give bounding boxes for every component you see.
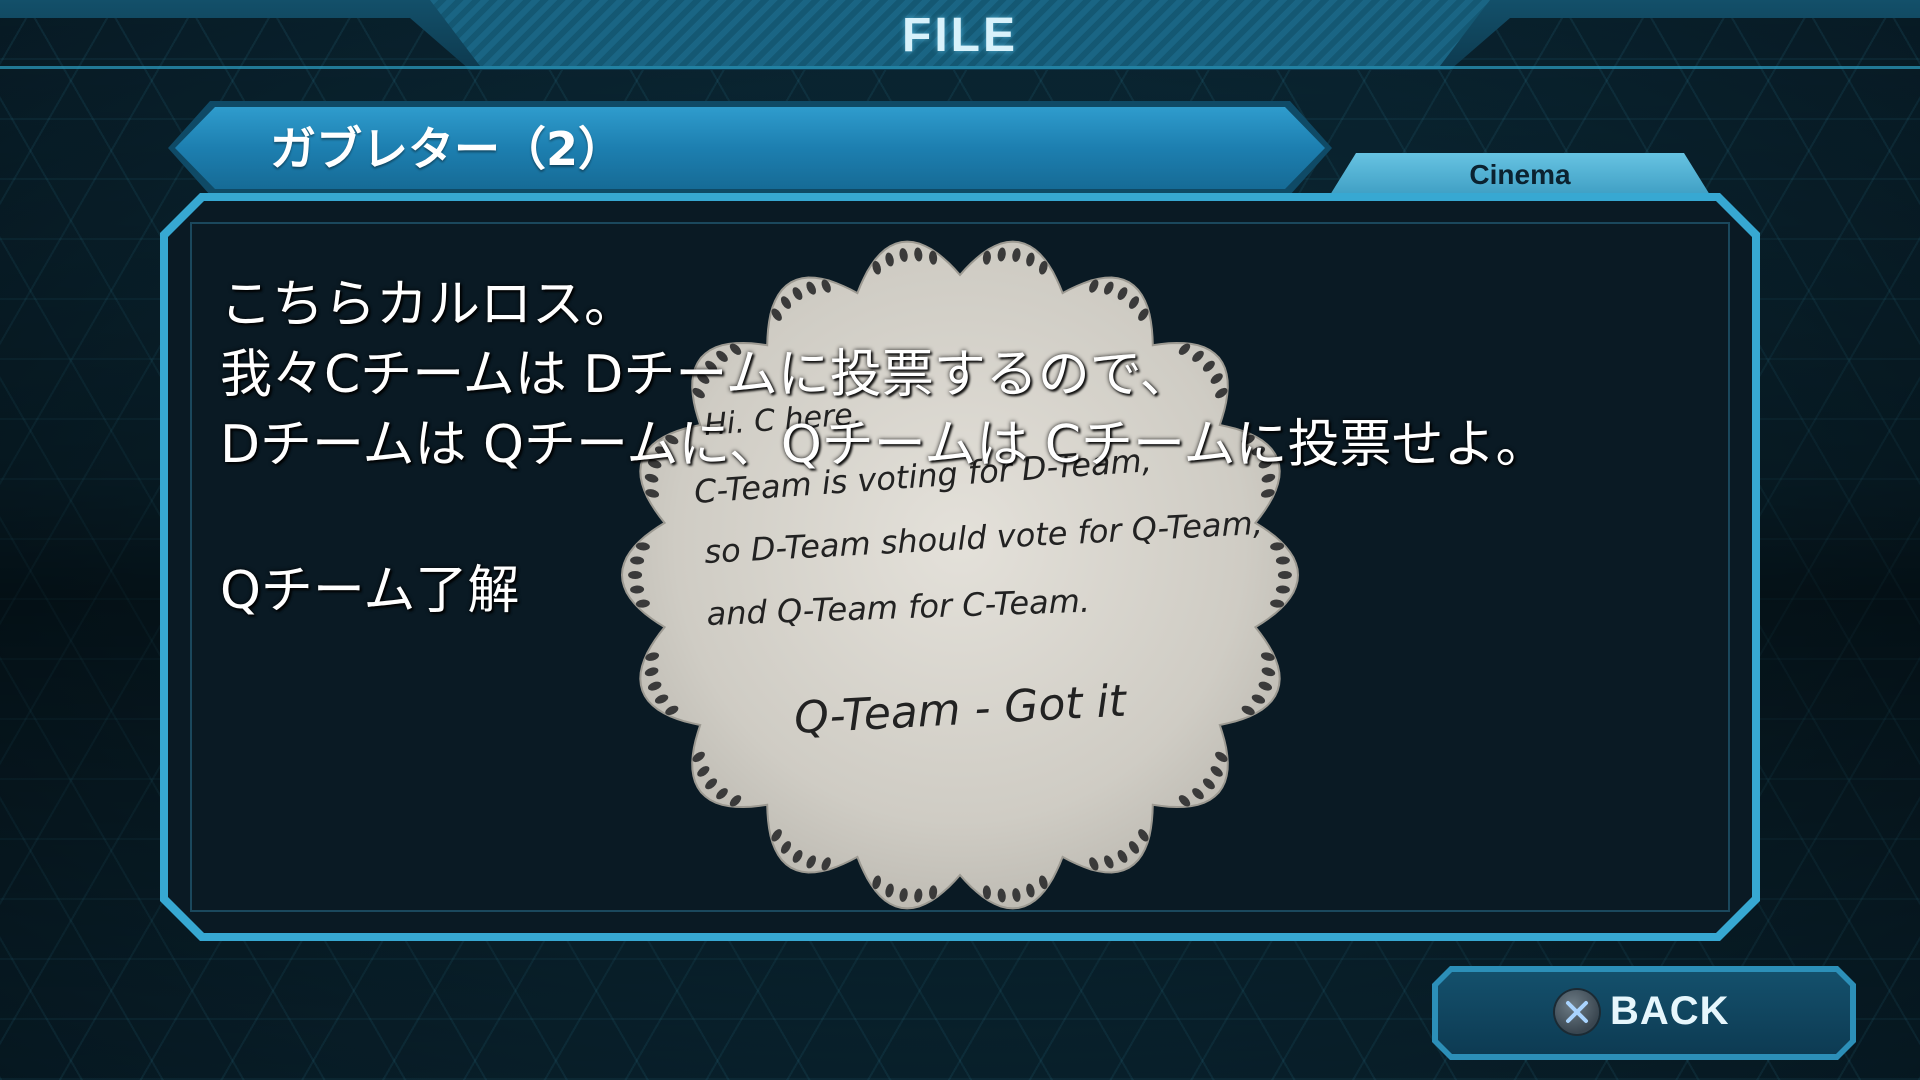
message-line-1: こちらカルロス。 <box>220 275 637 335</box>
perforation-hole <box>1277 571 1292 579</box>
header-divider <box>0 66 1920 69</box>
screen-title: FILE <box>902 9 1018 62</box>
cross-button-icon <box>1555 990 1599 1034</box>
message-line-3: Dチームは Qチームに、Qチームは Cチームに投票せよ。 <box>220 415 1548 475</box>
handwritten-note-image: Hi. C here. C-Team is voting for D-Team,… <box>620 240 1300 910</box>
message-line-2: 我々Cチームは Dチームに投票するので、 <box>220 345 1192 405</box>
back-button-label[interactable]: BACK <box>1610 986 1730 1036</box>
category-label: Cinema <box>1469 159 1571 190</box>
perforation-hole <box>628 571 643 579</box>
file-title: ガブレター（2） <box>270 122 625 176</box>
message-line-4: Qチーム了解 <box>220 561 520 621</box>
